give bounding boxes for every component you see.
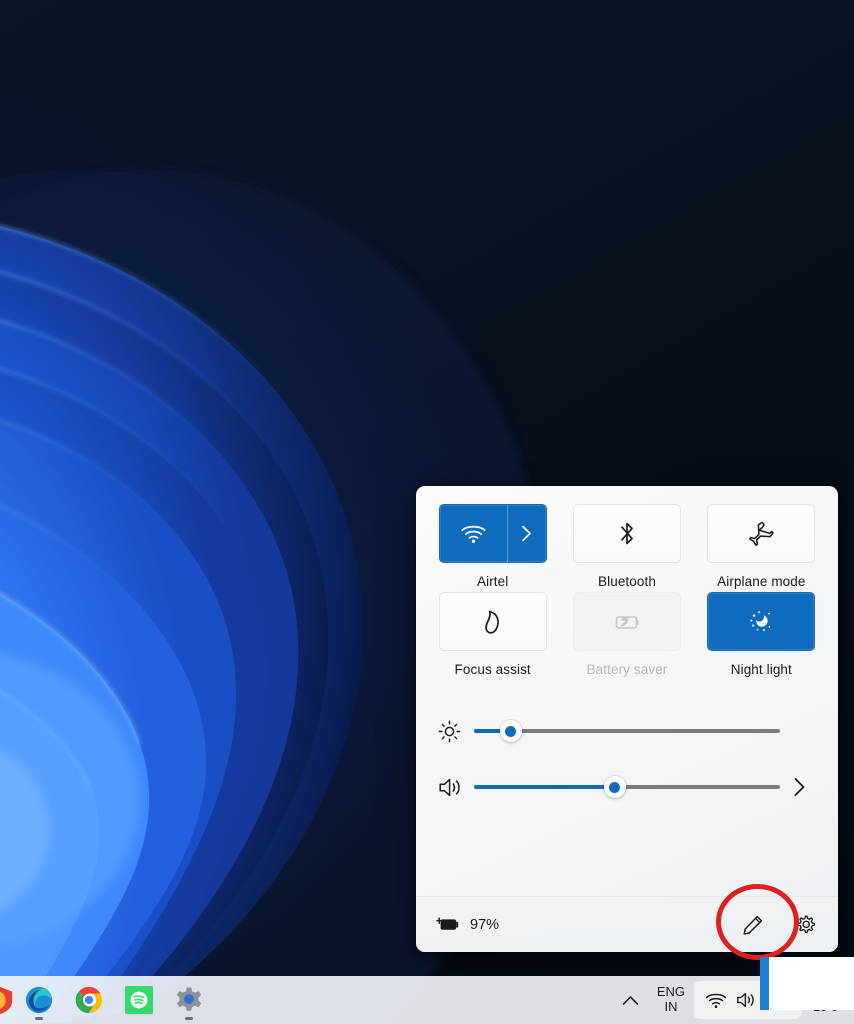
tile-label-focus-assist: Focus assist [454,662,531,677]
partial-app-icon [0,986,13,1015]
wifi-icon [461,525,486,543]
all-settings-button[interactable] [793,912,818,937]
bluetooth-icon [621,522,633,545]
volume-icon [439,778,460,796]
tile-cell-battery-saver: Battery saver [568,592,685,677]
taskbar-app-settings[interactable] [164,976,214,1024]
taskbar-app-spotify[interactable] [114,976,164,1024]
brightness-slider-row [438,703,816,759]
volume-icon-wrap [438,776,472,799]
language-line-1: ENG [656,984,686,1000]
wifi-expand-button[interactable] [508,505,546,562]
tile-label-battery-saver: Battery saver [586,662,668,677]
pencil-icon [743,915,763,935]
tile-label-bluetooth: Bluetooth [598,574,656,589]
brightness-icon [438,720,461,742]
quick-settings-footer: 97% [416,896,838,952]
airplane-icon [749,521,775,546]
volume-slider-fill [474,785,615,789]
battery-status: 97% [436,916,499,933]
chevron-right-icon [794,778,804,796]
quick-settings-sliders [416,677,838,815]
tile-label-airplane-mode: Airplane mode [717,574,806,589]
brightness-slider-thumb[interactable] [499,720,522,742]
volume-icon [737,992,754,1008]
chevron-right-icon [522,525,532,542]
night-light-icon [750,610,771,631]
wifi-toggle-area[interactable] [440,505,508,562]
brightness-slider-track[interactable] [474,720,780,742]
language-line-2: IN [664,999,678,1014]
tile-label-night-light: Night light [730,662,792,677]
volume-slider-thumb[interactable] [603,776,626,798]
language-indicator[interactable]: ENG IN [648,985,694,1014]
battery-saver-icon [615,615,639,629]
quick-tile-night-light[interactable] [707,592,816,651]
footer-actions [741,912,818,937]
tile-cell-night-light: Night light [703,592,820,677]
volume-slider-row [438,759,816,815]
moon-icon [484,610,499,634]
microsoft-edge-icon [25,986,53,1014]
taskbar-app-list [0,976,214,1024]
tile-cell-wifi: Airtel [434,504,551,589]
taskbar: ENG IN 10: [0,976,854,1024]
tile-cell-bluetooth: Bluetooth [568,504,685,589]
quick-settings-panel: Airtel Bluetooth Airplane mode Focus ass… [416,486,838,952]
wifi-icon [705,993,727,1008]
quick-tile-battery-saver[interactable] [572,592,681,651]
running-indicator [35,1017,43,1020]
brightness-icon-wrap [438,720,472,743]
edit-quick-settings-button[interactable] [741,913,765,937]
google-chrome-icon [75,986,103,1014]
taskbar-app-edge[interactable] [14,976,64,1024]
show-hidden-icons-button[interactable] [614,981,648,1019]
tile-label-wifi: Airtel [476,574,509,589]
quick-tile-wifi[interactable] [438,504,547,563]
spotify-icon [124,985,154,1015]
settings-gear-icon [176,987,202,1011]
quick-settings-tiles: Airtel Bluetooth Airplane mode Focus ass… [416,486,838,677]
battery-percentage: 97% [470,916,500,933]
running-indicator [185,1017,193,1020]
quick-tile-bluetooth[interactable] [572,504,681,563]
chevron-up-icon [623,995,639,1005]
volume-expand-button[interactable] [782,777,816,797]
quick-tile-airplane-mode[interactable] [707,504,816,563]
occluder-white-rectangle [769,957,854,1010]
taskbar-app-chrome[interactable] [64,976,114,1024]
tile-cell-focus-assist: Focus assist [434,592,551,677]
quick-tile-focus-assist[interactable] [438,592,547,651]
battery-charging-icon [436,917,459,930]
tile-cell-airplane: Airplane mode [703,504,820,589]
gear-icon [797,915,816,934]
taskbar-app-partial[interactable] [0,976,14,1024]
volume-slider-track[interactable] [474,776,780,798]
